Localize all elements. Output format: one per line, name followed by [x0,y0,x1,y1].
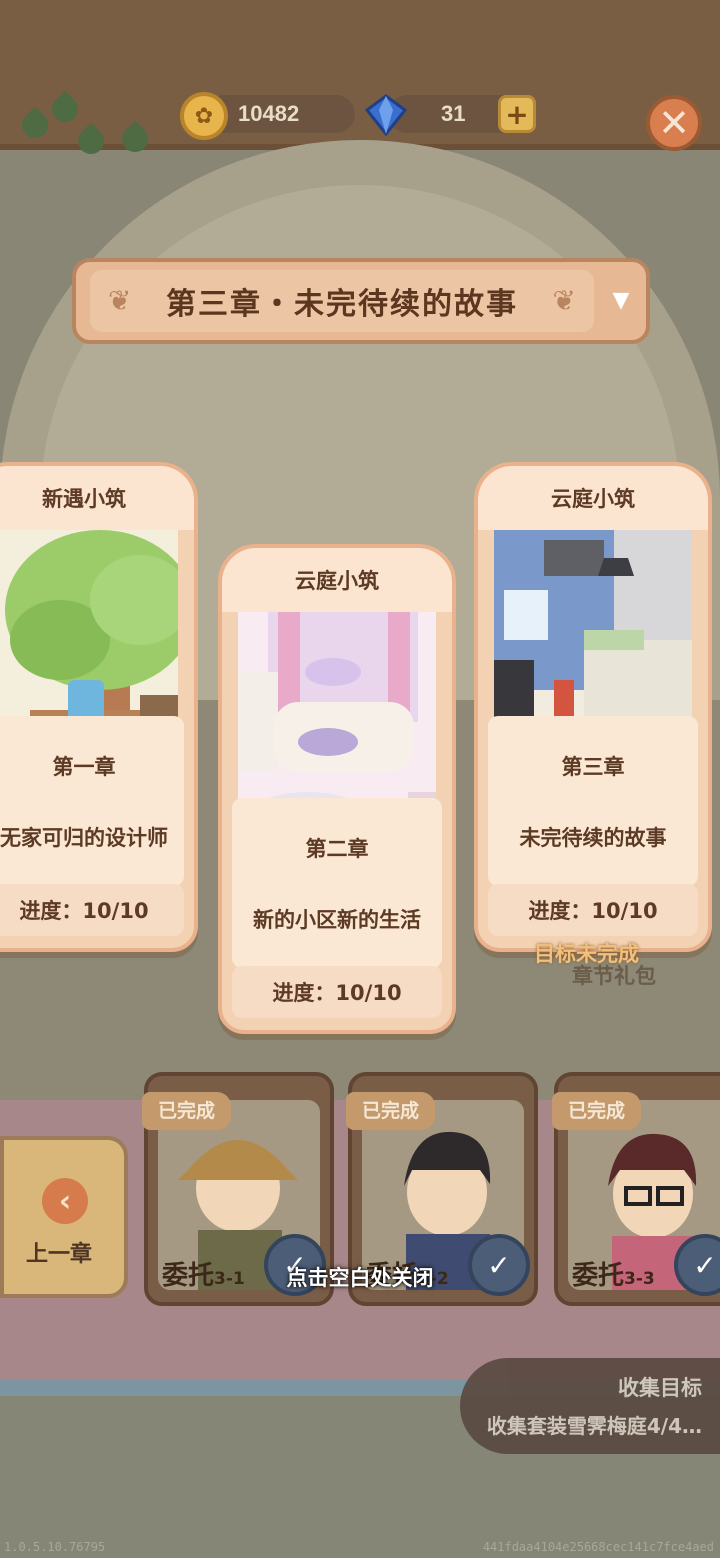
completed-tag: 已完成 [142,1092,232,1130]
leaf-ornament-icon: ❦ [552,284,576,317]
card-header: 云庭小筑 [478,466,708,530]
gem-value: 31 [441,101,466,126]
card-info: 第二章 新的小区新的生活 [232,798,442,968]
card-progress-bar: 进度：10/10 [232,966,442,1018]
coin-icon: ✿ [180,92,228,140]
chapter-card-1[interactable]: 新遇小筑 第一章 无家可归的设计师 进度：10/10 [0,462,198,952]
card-house-name: 云庭小筑 [295,569,379,593]
card-progress-text: 进度：10/10 [19,899,149,923]
chapter-gift-label[interactable]: 章节礼包 [572,960,656,990]
arrow-left-icon: ‹ [42,1178,88,1224]
card-chapter-number: 第二章 [305,836,369,861]
add-gems-button[interactable]: + [498,95,536,133]
card-progress-bar: 进度：10/10 [488,884,698,936]
card-progress-bar: 进度：10/10 [0,884,184,936]
version-label: 1.0.5.10.76795 [4,1540,106,1554]
chapter-card-2[interactable]: 云庭小筑 第二章 新的小区新的生活 进度：10/10 [218,544,456,1034]
card-chapter-number: 第一章 [52,754,116,779]
card-info: 第一章 无家可归的设计师 [0,716,184,886]
card-header: 新遇小筑 [0,466,194,530]
tap-to-close-hint: 点击空白处关闭 [286,1266,434,1290]
leaf-ornament-icon: ❦ [108,284,132,317]
close-icon: ✕ [658,101,690,145]
collect-goal-description: 收集套装雪霁梅庭4/4… [486,1414,702,1438]
close-button[interactable]: ✕ [646,95,702,151]
gem-icon [364,94,408,137]
completed-tag: 已完成 [346,1092,436,1130]
chevron-down-icon: ▼ [612,288,630,313]
card-chapter-name: 无家可归的设计师 [0,825,168,850]
chapter-card-3[interactable]: 云庭小筑 第三章 未完待续的故事 进度：10/10 [474,462,712,952]
plus-icon: + [505,97,529,131]
chapter-dropdown-field: ❦ 第三章・未完待续的故事 ❦ [90,270,594,332]
coin-value: 10482 [238,101,300,126]
chapter-title: 第三章・未完待续的故事 [166,287,518,322]
card-chapter-name: 新的小区新的生活 [253,907,421,932]
build-hash-label: 441fdaa4104e25668cec141c7fce4aed [482,1540,714,1554]
card-header: 云庭小筑 [222,548,452,612]
top-wood-panel [0,0,720,150]
card-chapter-name: 未完待续的故事 [519,825,667,850]
card-house-name: 新遇小筑 [42,487,126,511]
collect-goal-panel[interactable]: 收集目标 收集套装雪霁梅庭4/4… [460,1358,720,1454]
card-info: 第三章 未完待续的故事 [488,716,698,886]
completed-tag: 已完成 [552,1092,642,1130]
card-chapter-number: 第三章 [561,754,625,779]
card-progress-text: 进度：10/10 [272,981,402,1005]
collect-goal-title: 收集目标 [618,1376,702,1400]
card-house-name: 云庭小筑 [551,487,635,511]
chapter-dropdown[interactable]: ❦ 第三章・未完待续的故事 ❦ ▼ [72,258,650,344]
card-progress-text: 进度：10/10 [528,899,658,923]
